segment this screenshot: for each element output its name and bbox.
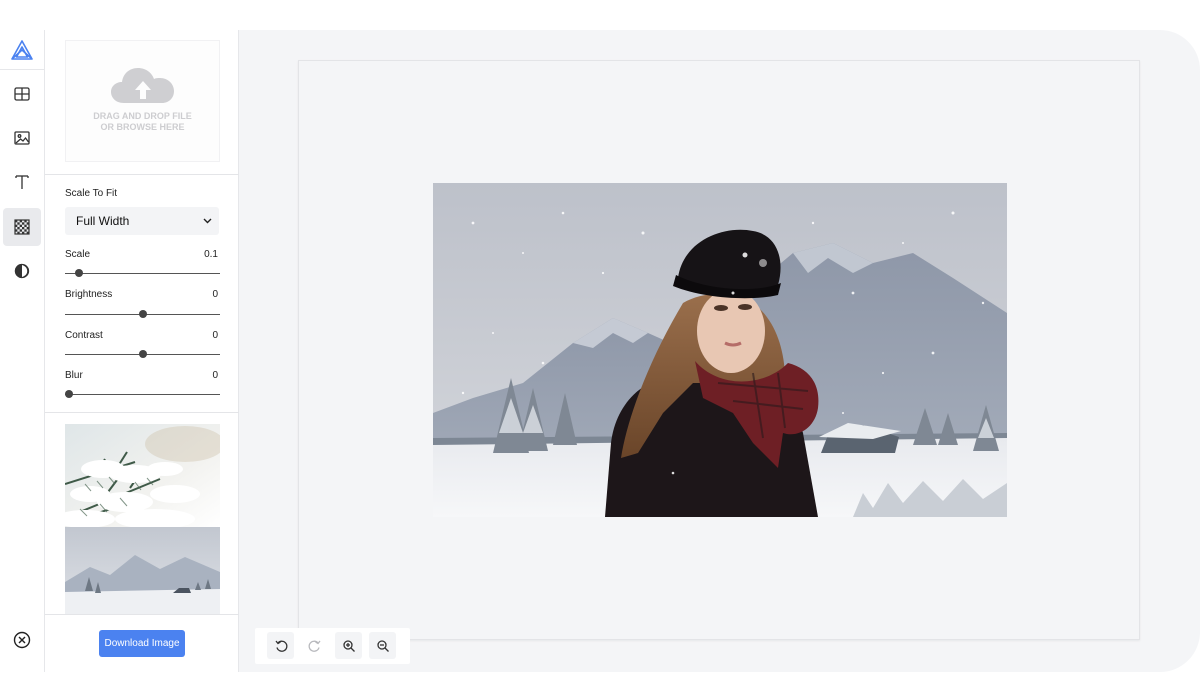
- slider-track: [65, 273, 220, 274]
- upload-dropzone[interactable]: DRAG AND DROP FILE OR BROWSE HERE: [65, 40, 220, 162]
- rail-filters-button[interactable]: [3, 252, 41, 290]
- slider-thumb[interactable]: [138, 350, 147, 358]
- download-image-button[interactable]: Download Image: [99, 630, 185, 657]
- tool-rail: [0, 30, 45, 672]
- slider-track: [65, 394, 220, 395]
- slider-thumb[interactable]: [65, 390, 73, 398]
- scale-value: 0.1: [204, 249, 218, 260]
- zoom-in-icon: [342, 639, 355, 652]
- zoom-out-icon: [376, 639, 389, 652]
- panel-divider: [45, 412, 239, 413]
- undo-button[interactable]: [267, 632, 294, 659]
- scale-label: Scale: [65, 249, 91, 260]
- scale-to-fit-value: Full Width: [76, 214, 130, 228]
- contrast-icon: [14, 263, 30, 279]
- rail-text-button[interactable]: [3, 163, 41, 201]
- contrast-slider[interactable]: [65, 350, 220, 360]
- contrast-value: 0: [212, 330, 218, 341]
- scale-slider[interactable]: [65, 269, 220, 279]
- canvas-image[interactable]: [433, 183, 1007, 517]
- slider-thumb[interactable]: [138, 310, 147, 318]
- checkerboard-icon: [14, 219, 30, 235]
- brightness-value: 0: [212, 289, 218, 300]
- brightness-label: Brightness: [65, 289, 113, 300]
- rail-layout-button[interactable]: [3, 75, 41, 113]
- redo-button[interactable]: [301, 632, 328, 659]
- rail-background-button[interactable]: [3, 208, 41, 246]
- rail-close-button[interactable]: [3, 621, 41, 659]
- panel-divider: [45, 614, 239, 615]
- app-logo[interactable]: [0, 30, 44, 70]
- undo-icon: [274, 640, 287, 652]
- gallery-item-snowy-pine-branch[interactable]: [65, 424, 220, 527]
- text-icon: [15, 175, 29, 189]
- panel-divider: [45, 174, 239, 175]
- zoom-out-button[interactable]: [369, 632, 396, 659]
- image-icon: [14, 131, 30, 145]
- slider-thumb[interactable]: [75, 269, 84, 277]
- canvas-stage: [298, 60, 1140, 640]
- editor-app: DRAG AND DROP FILE OR BROWSE HERE Scale …: [0, 30, 1200, 672]
- upload-instructions: DRAG AND DROP FILE OR BROWSE HERE: [93, 111, 192, 132]
- close-circle-icon: [13, 631, 31, 649]
- zoom-in-button[interactable]: [335, 632, 362, 659]
- rail-image-button[interactable]: [3, 119, 41, 157]
- cloud-upload-icon: [110, 68, 174, 103]
- canvas-toolbar: [255, 628, 410, 664]
- redo-icon: [308, 640, 321, 652]
- chevron-down-icon: [203, 218, 212, 224]
- background-gallery: [65, 424, 220, 614]
- gallery-item-snowy-mountain-valley[interactable]: [65, 527, 220, 614]
- brightness-slider[interactable]: [65, 310, 220, 320]
- app-logo-icon: [11, 39, 33, 60]
- blur-value: 0: [212, 370, 218, 381]
- scale-to-fit-select[interactable]: Full Width: [65, 207, 219, 235]
- blur-slider[interactable]: [65, 390, 220, 400]
- contrast-label: Contrast: [65, 330, 103, 341]
- settings-panel: DRAG AND DROP FILE OR BROWSE HERE Scale …: [45, 30, 239, 672]
- grid-layout-icon: [14, 87, 30, 101]
- blur-label: Blur: [65, 370, 83, 381]
- scale-to-fit-label: Scale To Fit: [65, 188, 118, 199]
